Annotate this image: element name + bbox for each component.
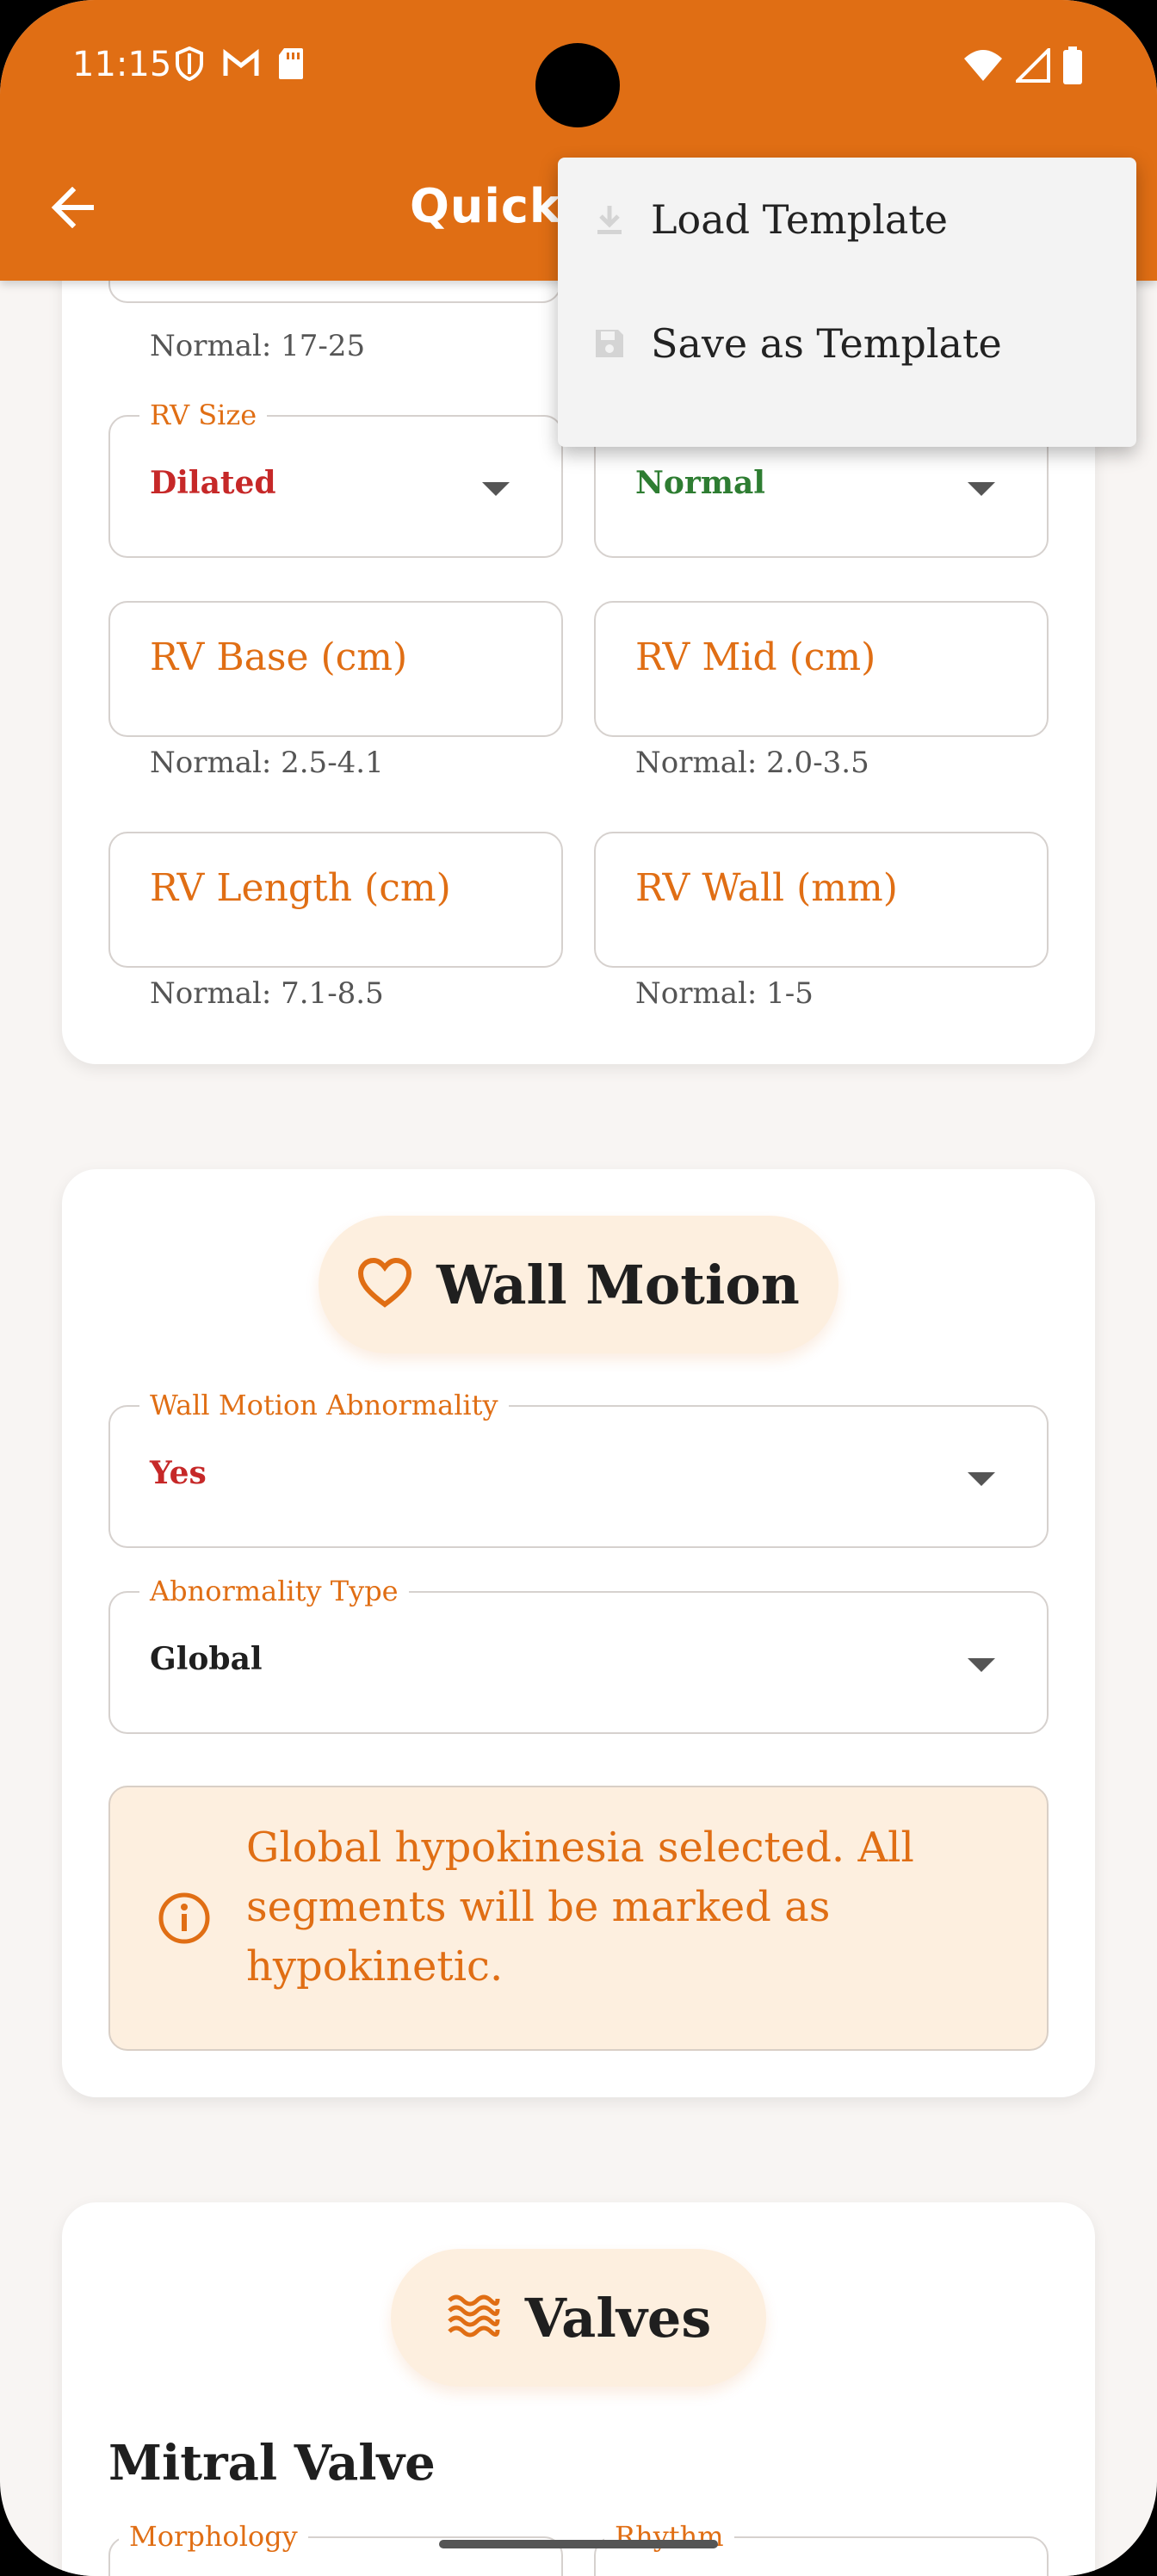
arrow-left-icon bbox=[50, 186, 95, 232]
info-icon bbox=[157, 1891, 212, 1949]
status-time: 11:15 bbox=[72, 45, 172, 84]
wall-motion-header: Wall Motion bbox=[319, 1216, 838, 1353]
valves-header: Valves bbox=[391, 2249, 766, 2387]
battery-icon bbox=[1062, 46, 1083, 88]
wall-motion-abnormality-label: Wall Motion Abnormality bbox=[139, 1388, 509, 1422]
abnormality-type-dropdown[interactable]: Abnormality Type Global bbox=[108, 1574, 1049, 1734]
wifi-icon bbox=[962, 48, 1004, 86]
rv-length-placeholder: RV Length (cm) bbox=[150, 866, 451, 910]
rv-function-value: Normal bbox=[635, 465, 765, 501]
shield-icon bbox=[174, 46, 205, 84]
camera-cutout bbox=[535, 43, 620, 127]
status-icons-right bbox=[962, 46, 1083, 88]
valves-title: Valves bbox=[524, 2286, 712, 2350]
rv-length-hint: Normal: 7.1-8.5 bbox=[150, 976, 384, 1011]
dropdown-arrow-icon bbox=[968, 1472, 995, 1486]
dropdown-arrow-icon bbox=[968, 482, 995, 496]
rv-wall-input[interactable]: RV Wall (mm) bbox=[594, 832, 1049, 968]
rv-size-dropdown[interactable]: RV Size Dilated bbox=[108, 398, 563, 558]
back-button[interactable] bbox=[40, 176, 105, 242]
rv-base-input[interactable]: RV Base (cm) bbox=[108, 601, 563, 737]
screen: 11:15 Quick Normal: 17-25 RV Size Dilate… bbox=[0, 0, 1157, 2576]
home-indicator[interactable] bbox=[439, 2540, 718, 2548]
page-title: Quick bbox=[410, 179, 561, 233]
mitral-valve-heading: Mitral Valve bbox=[108, 2435, 436, 2492]
info-box: Global hypokinesia selected. All segment… bbox=[108, 1786, 1049, 2051]
dropdown-arrow-icon bbox=[482, 482, 510, 496]
morphology-label: Morphology bbox=[119, 2519, 308, 2554]
info-text: Global hypokinesia selected. All segment… bbox=[246, 1824, 914, 1991]
dropdown-arrow-icon bbox=[968, 1658, 995, 1672]
wall-motion-card: Wall Motion Wall Motion Abnormality Yes … bbox=[62, 1169, 1095, 2097]
rhythm-label: Rhythm bbox=[604, 2519, 734, 2554]
abnormality-type-label: Abnormality Type bbox=[139, 1574, 409, 1608]
rv-size-value: Dilated bbox=[150, 465, 276, 501]
rv-wall-placeholder: RV Wall (mm) bbox=[635, 866, 898, 910]
rv-mid-hint: Normal: 2.0-3.5 bbox=[635, 746, 869, 780]
valves-card: Valves Mitral Valve Morphology Rhythm bbox=[62, 2202, 1095, 2576]
abnormality-type-value: Global bbox=[150, 1641, 263, 1677]
wall-motion-title: Wall Motion bbox=[436, 1253, 800, 1316]
rv-wall-hint: Normal: 1-5 bbox=[635, 976, 814, 1011]
menu-item-load-template[interactable]: Load Template bbox=[558, 158, 1136, 282]
menu-item-save-template[interactable]: Save as Template bbox=[558, 282, 1136, 406]
rv-size-label: RV Size bbox=[139, 398, 268, 432]
gmail-icon bbox=[222, 46, 260, 84]
status-icons-left bbox=[174, 46, 305, 84]
rv-base-hint: Normal: 2.5-4.1 bbox=[150, 746, 384, 780]
download-icon bbox=[592, 202, 627, 240]
rv-mid-placeholder: RV Mid (cm) bbox=[635, 635, 876, 679]
signal-icon bbox=[1013, 46, 1050, 86]
rv-mid-input[interactable]: RV Mid (cm) bbox=[594, 601, 1049, 737]
wall-motion-abnormality-dropdown[interactable]: Wall Motion Abnormality Yes bbox=[108, 1388, 1049, 1548]
wall-motion-abnormality-value: Yes bbox=[150, 1455, 207, 1491]
overflow-menu: Load Template Save as Template bbox=[558, 158, 1136, 447]
rv-length-input[interactable]: RV Length (cm) bbox=[108, 832, 563, 968]
top-field-hint: Normal: 17-25 bbox=[150, 329, 366, 363]
waves-icon bbox=[446, 2292, 501, 2344]
menu-item-label: Save as Template bbox=[651, 320, 1002, 367]
save-icon bbox=[592, 326, 627, 364]
heart-icon bbox=[357, 1257, 412, 1311]
menu-item-label: Load Template bbox=[651, 196, 948, 243]
rv-base-placeholder: RV Base (cm) bbox=[150, 635, 408, 679]
sd-card-icon bbox=[277, 46, 305, 84]
